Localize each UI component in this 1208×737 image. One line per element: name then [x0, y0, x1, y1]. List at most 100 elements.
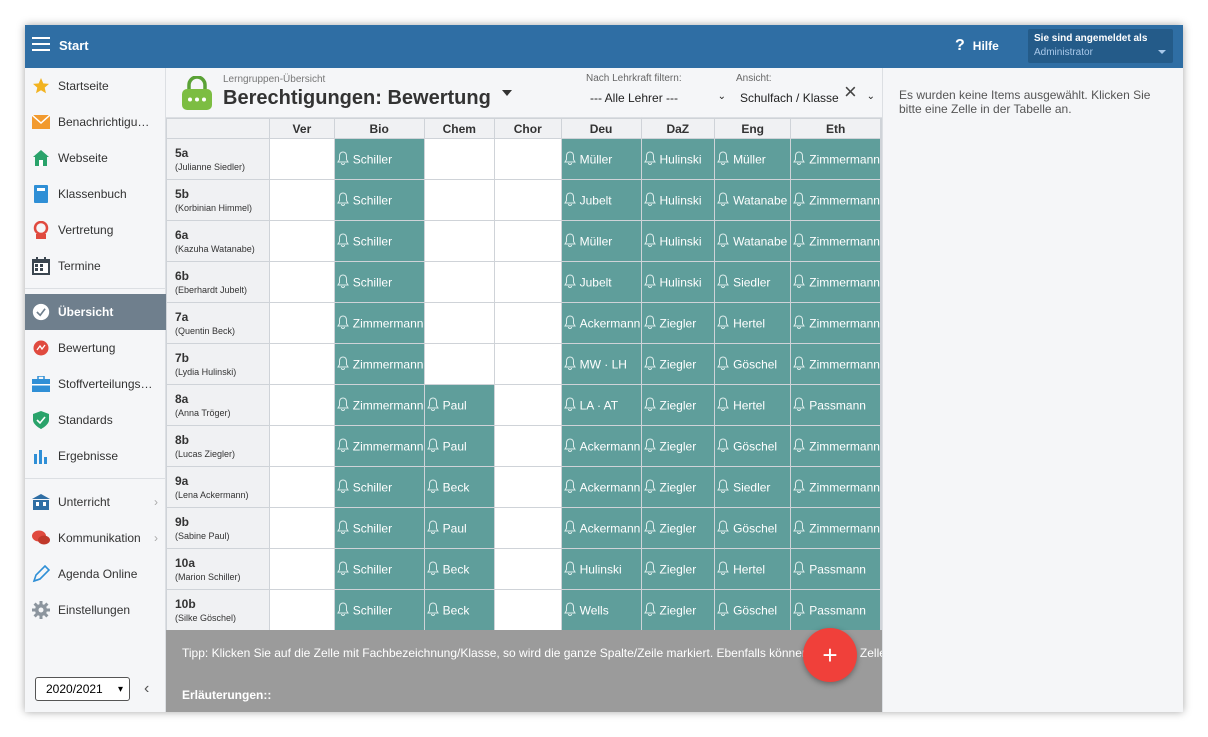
row-header-class[interactable]: 8b (Lucas Ziegler) [166, 425, 271, 467]
page-title[interactable]: Berechtigungen: Bewertung [223, 87, 491, 110]
table-cell[interactable]: Ziegler [640, 548, 716, 590]
table-cell[interactable]: Passmann [790, 384, 881, 426]
close-icon[interactable]: × [844, 81, 857, 103]
table-cell[interactable]: Göschel [714, 507, 792, 549]
help-button[interactable]: ? Hilfe [955, 37, 999, 55]
table-cell[interactable]: Hertel [714, 302, 792, 344]
table-cell[interactable] [269, 425, 335, 467]
row-header-class[interactable]: 6b (Eberhardt Jubelt) [166, 261, 271, 303]
column-header[interactable]: Eng [714, 118, 792, 139]
column-header[interactable]: Eth [790, 118, 881, 139]
start-link[interactable]: Start [59, 38, 89, 53]
table-cell[interactable]: Zimmermann [333, 343, 425, 385]
table-cell[interactable]: Ackermann [560, 302, 642, 344]
table-cell[interactable] [493, 384, 562, 426]
table-cell[interactable]: Siedler [714, 466, 792, 508]
table-cell[interactable]: Hulinski [640, 261, 716, 303]
table-cell[interactable]: Zimmermann [333, 425, 425, 467]
table-cell[interactable] [269, 589, 335, 631]
row-header-class[interactable]: 5a (Julianne Siedler) [166, 138, 271, 180]
column-header[interactable]: Chem [423, 118, 495, 139]
row-header-class[interactable]: 9b (Sabine Paul) [166, 507, 271, 549]
table-cell[interactable] [269, 384, 335, 426]
table-cell[interactable] [269, 261, 335, 303]
row-header-class[interactable]: 7a (Quentin Beck) [166, 302, 271, 344]
table-cell[interactable] [269, 507, 335, 549]
table-cell[interactable]: Beck [423, 589, 495, 631]
table-cell[interactable]: Müller [560, 220, 642, 262]
teacher-filter-select[interactable]: --- Alle Lehrer --- ⌄ [586, 91, 726, 105]
table-cell[interactable] [493, 507, 562, 549]
row-header-class[interactable]: 10a (Marion Schiller) [166, 548, 271, 590]
table-cell[interactable] [493, 220, 562, 262]
column-header[interactable]: Ver [269, 118, 335, 139]
table-cell[interactable] [493, 343, 562, 385]
table-cell[interactable]: Müller [714, 138, 792, 180]
table-cell[interactable]: LA · AT [560, 384, 642, 426]
table-cell[interactable]: Göschel [714, 343, 792, 385]
column-header[interactable]: Deu [560, 118, 642, 139]
table-cell[interactable] [493, 261, 562, 303]
table-cell[interactable]: Hertel [714, 384, 792, 426]
table-cell[interactable]: Schiller [333, 138, 425, 180]
table-cell[interactable]: Paul [423, 384, 495, 426]
table-cell[interactable]: Zimmermann [790, 220, 881, 262]
sidebar-item-ergebnisse[interactable]: Ergebnisse [25, 438, 166, 474]
table-cell[interactable]: Hulinski [560, 548, 642, 590]
row-header-class[interactable]: 10b (Silke Göschel) [166, 589, 271, 631]
table-cell[interactable]: Ziegler [640, 425, 716, 467]
table-cell[interactable]: Ziegler [640, 343, 716, 385]
hamburger-menu-icon[interactable] [32, 37, 50, 51]
table-cell[interactable] [269, 138, 335, 180]
table-cell[interactable] [423, 179, 495, 221]
title-dropdown-icon[interactable] [502, 90, 512, 96]
row-header-class[interactable]: 9a (Lena Ackermann) [166, 466, 271, 508]
column-header[interactable]: Chor [493, 118, 562, 139]
table-cell[interactable] [423, 302, 495, 344]
table-cell[interactable]: Schiller [333, 179, 425, 221]
sidebar-item-benachrichtigungen[interactable]: Benachrichtigungen [25, 104, 166, 140]
table-cell[interactable]: Ackermann [560, 507, 642, 549]
sidebar-item-kommunikation[interactable]: Kommunikation › [25, 520, 166, 556]
table-cell[interactable]: Zimmermann [790, 507, 881, 549]
row-header-class[interactable]: 6a (Kazuha Watanabe) [166, 220, 271, 262]
table-cell[interactable]: Ziegler [640, 589, 716, 631]
sidebar-item-uebersicht[interactable]: Übersicht [25, 294, 166, 330]
sidebar-item-vertretung[interactable]: Vertretung [25, 212, 166, 248]
user-menu[interactable]: Sie sind angemeldet als Administrator [1028, 29, 1173, 63]
sidebar-item-agenda-online[interactable]: Agenda Online [25, 556, 166, 592]
table-cell[interactable] [423, 261, 495, 303]
table-cell[interactable] [269, 220, 335, 262]
sidebar-item-termine[interactable]: Termine [25, 248, 166, 284]
table-cell[interactable]: Ackermann [560, 466, 642, 508]
table-cell[interactable]: Ziegler [640, 384, 716, 426]
table-cell[interactable] [269, 179, 335, 221]
table-cell[interactable]: Müller [560, 138, 642, 180]
table-cell[interactable] [493, 425, 562, 467]
table-cell[interactable]: Göschel [714, 425, 792, 467]
table-cell[interactable]: Paul [423, 425, 495, 467]
sidebar-item-klassenbuch[interactable]: Klassenbuch [25, 176, 166, 212]
sidebar-item-stoffverteilungsplan[interactable]: Stoffverteilungsplan [25, 366, 166, 402]
sidebar-item-standards[interactable]: Standards [25, 402, 166, 438]
table-cell[interactable]: Hertel [714, 548, 792, 590]
table-cell[interactable]: Zimmermann [333, 302, 425, 344]
table-cell[interactable]: Ziegler [640, 466, 716, 508]
row-header-class[interactable]: 5b (Korbinian Himmel) [166, 179, 271, 221]
table-cell[interactable] [269, 548, 335, 590]
table-cell[interactable]: Jubelt [560, 261, 642, 303]
table-cell[interactable]: Watanabe [714, 220, 792, 262]
table-cell[interactable]: Wells [560, 589, 642, 631]
row-header-class[interactable]: 8a (Anna Tröger) [166, 384, 271, 426]
table-cell[interactable] [269, 343, 335, 385]
table-cell[interactable]: Watanabe [714, 179, 792, 221]
table-cell[interactable] [423, 220, 495, 262]
table-cell[interactable] [493, 466, 562, 508]
table-cell[interactable]: MW · LH [560, 343, 642, 385]
table-cell[interactable]: Passmann [790, 589, 881, 631]
table-cell[interactable]: Zimmermann [790, 179, 881, 221]
collapse-sidebar-icon[interactable]: ‹ [144, 680, 149, 698]
add-button[interactable]: + [803, 628, 857, 682]
table-cell[interactable] [269, 302, 335, 344]
sidebar-item-startseite[interactable]: Startseite [25, 68, 166, 104]
